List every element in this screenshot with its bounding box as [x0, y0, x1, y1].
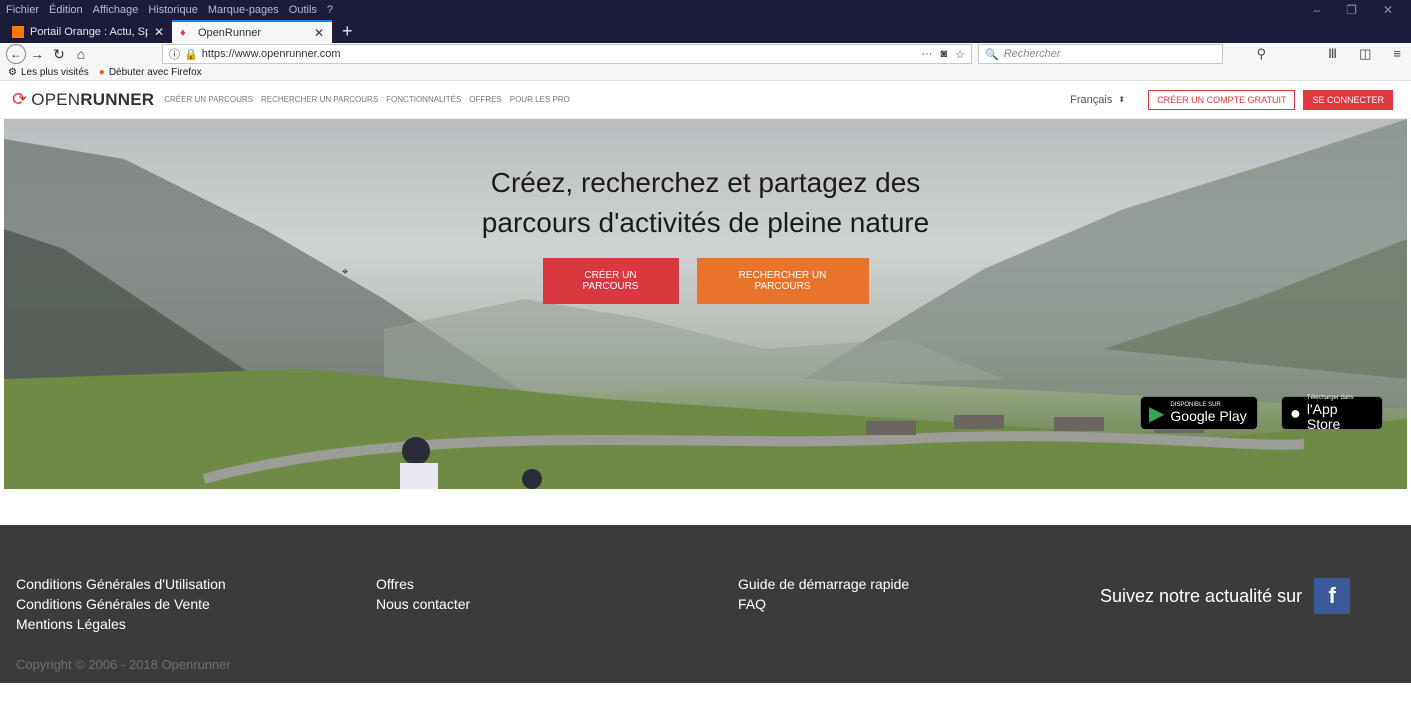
follow-text: Suivez notre actualité sur [1100, 585, 1303, 606]
social-follow: Suivez notre actualité sur f [1100, 578, 1351, 614]
openrunner-logo[interactable]: ⟳ OPEN RUNNER [12, 89, 154, 110]
new-tab-icon[interactable]: + [332, 20, 363, 43]
search-icon: 🔍 [985, 48, 999, 61]
bookmark-label: Les plus visités [20, 67, 89, 78]
restore-icon[interactable]: ❐ [1346, 3, 1357, 17]
app-store-big-text: l'App Store [1306, 400, 1341, 432]
nav-fonctionnalites[interactable]: FONCTIONNALITÉS [386, 95, 461, 104]
link-faq[interactable]: FAQ [738, 594, 909, 614]
menu-edition[interactable]: Édition [49, 4, 83, 16]
google-play-icon: ▶ [1149, 402, 1165, 425]
bookmark-star-icon[interactable]: ☆ [955, 48, 965, 61]
nav-offres[interactable]: OFFRES [469, 95, 501, 104]
close-tab-icon[interactable]: ✕ [314, 26, 324, 40]
tab-label: Portail Orange : Actu, Sport, Au [30, 25, 148, 38]
hero-search-route-button[interactable]: RECHERCHER UN PARCOURS [696, 258, 869, 304]
language-value: Français [1070, 93, 1113, 106]
page-actions-icon[interactable]: ··· [921, 48, 932, 61]
reload-icon[interactable]: ↻ [48, 46, 70, 63]
search-go-icon[interactable]: ⚲ [1257, 46, 1267, 62]
select-arrows-icon: ⬍ [1118, 95, 1126, 104]
search-placeholder: Rechercher [1003, 48, 1061, 60]
info-icon[interactable]: ⓘ [169, 46, 180, 62]
openrunner-favicon-icon: ♦ [180, 26, 186, 39]
library-icon[interactable]: Ⅲ [1328, 46, 1337, 62]
site-footer: Conditions Générales d'Utilisation Condi… [0, 525, 1411, 683]
main-nav: CRÉER UN PARCOURS RECHERCHER UN PARCOURS… [164, 95, 570, 104]
link-guide[interactable]: Guide de démarrage rapide [738, 574, 909, 594]
hero-create-route-button[interactable]: CRÉER UN PARCOURS [542, 258, 679, 304]
link-offres[interactable]: Offres [376, 574, 470, 594]
home-icon[interactable]: ⌂ [70, 46, 92, 62]
nav-creer-parcours[interactable]: CRÉER UN PARCOURS [164, 95, 253, 104]
tab-bar: Portail Orange : Actu, Sport, Au ✕ ♦ Ope… [0, 20, 1411, 43]
nav-pour-les-pro[interactable]: POUR LES PRO [510, 95, 570, 104]
footer-help-links: Guide de démarrage rapide FAQ [738, 574, 909, 614]
bookmark-getting-started[interactable]: ● Débuter avec Firefox [99, 67, 202, 78]
mouse-cursor-icon: ⌖ [342, 266, 349, 278]
bookmark-label: Débuter avec Firefox [108, 67, 202, 78]
hero-title-line1: Créez, recherchez et partagez des [490, 167, 921, 198]
browser-menubar: Fichier Édition Affichage Historique Mar… [0, 0, 1411, 20]
url-text: https://www.openrunner.com [201, 48, 341, 60]
footer-legal-links: Conditions Générales d'Utilisation Condi… [16, 574, 226, 634]
menu-outils[interactable]: Outils [289, 4, 317, 16]
hero-banner: Créez, recherchez et partagez des parcou… [4, 119, 1407, 489]
gear-icon: ⚙ [8, 67, 17, 78]
facebook-icon[interactable]: f [1314, 578, 1351, 614]
search-input[interactable]: 🔍 Rechercher [978, 44, 1223, 64]
logo-text-light: OPEN [31, 89, 81, 109]
tab-label: OpenRunner [198, 26, 261, 39]
menu-affichage[interactable]: Affichage [93, 4, 139, 16]
tab-portail-orange[interactable]: Portail Orange : Actu, Sport, Au ✕ [4, 20, 172, 43]
menu-fichier[interactable]: Fichier [6, 4, 39, 16]
tab-openrunner[interactable]: ♦ OpenRunner ✕ [172, 20, 332, 43]
link-cgu[interactable]: Conditions Générales d'Utilisation [16, 574, 226, 594]
pocket-icon[interactable]: ◙ [940, 48, 947, 61]
menu-aide[interactable]: ? [327, 4, 333, 16]
create-account-button[interactable]: CRÉER UN COMPTE GRATUIT [1148, 89, 1296, 110]
link-mentions-legales[interactable]: Mentions Légales [16, 614, 226, 634]
hero-title: Créez, recherchez et partagez des parcou… [4, 163, 1407, 243]
menu-marque-pages[interactable]: Marque-pages [208, 4, 279, 16]
spacer [0, 489, 1411, 525]
site-header: ⟳ OPEN RUNNER CRÉER UN PARCOURS RECHERCHE… [0, 81, 1411, 119]
lock-icon: 🔒 [184, 48, 198, 61]
copyright: Copyright © 2006 - 2018 Openrunner [16, 657, 231, 672]
nav-rechercher-parcours[interactable]: RECHERCHER UN PARCOURS [261, 95, 378, 104]
link-contact[interactable]: Nous contacter [376, 594, 470, 614]
login-button[interactable]: SE CONNECTER [1303, 89, 1393, 110]
apple-icon: ● [1290, 402, 1301, 423]
close-window-icon[interactable]: ✕ [1383, 3, 1393, 17]
forward-arrow-icon[interactable]: → [26, 46, 48, 62]
bookmark-most-visited[interactable]: ⚙ Les plus visités [8, 67, 89, 78]
orange-favicon-icon [12, 25, 24, 38]
navigation-toolbar: ← → ↻ ⌂ ⓘ 🔒 https://www.openrunner.com ·… [0, 43, 1411, 65]
language-select[interactable]: Français ⬍ [1070, 90, 1140, 110]
google-play-badge[interactable]: ▶ DISPONIBLE SUR Google Play [1140, 396, 1258, 430]
footer-company-links: Offres Nous contacter [376, 574, 470, 614]
firefox-icon: ● [98, 67, 105, 78]
link-cgv[interactable]: Conditions Générales de Vente [16, 594, 226, 614]
close-tab-icon[interactable]: ✕ [154, 25, 164, 39]
menu-historique[interactable]: Historique [148, 4, 198, 16]
hero-title-line2: parcours d'activités de pleine nature [481, 207, 930, 238]
google-play-big-text: Google Play [1170, 408, 1247, 424]
app-store-badge[interactable]: ● Télécharger dans l'App Store [1281, 395, 1383, 432]
hero-cta-group: CRÉER UN PARCOURS RECHERCHER UN PARCOURS [4, 258, 1407, 304]
url-bar[interactable]: ⓘ 🔒 https://www.openrunner.com ··· ◙ ☆ [162, 44, 972, 64]
sidebar-icon[interactable]: ◫ [1359, 46, 1371, 62]
bookmarks-toolbar: ⚙ Les plus visités ● Débuter avec Firefo… [0, 65, 1411, 81]
hamburger-menu-icon[interactable]: ≡ [1393, 46, 1401, 62]
minimize-icon[interactable]: – [1313, 3, 1320, 17]
logo-text-bold: RUNNER [80, 89, 155, 109]
back-arrow-icon[interactable]: ← [6, 44, 26, 64]
openrunner-logo-icon: ⟳ [12, 89, 28, 109]
